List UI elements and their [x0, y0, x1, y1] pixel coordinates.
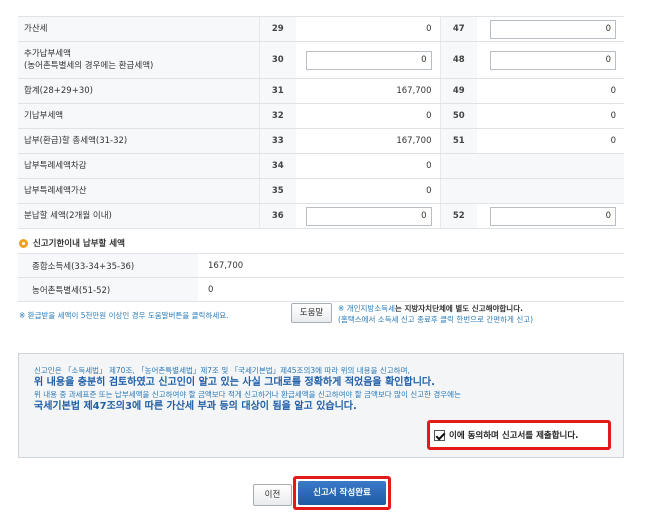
- row-label: 납부특례세액가산: [18, 178, 259, 204]
- empty-cell: [477, 153, 624, 179]
- row-label-cell: 추가납부세액 (농어촌특별세의 경우에는 환급세액): [18, 41, 259, 79]
- checkbox-checked-icon[interactable]: [434, 429, 445, 441]
- local-tax-note-bold: 는 지방자치단체에 별도 신고해야합니다.: [394, 304, 523, 313]
- table-row: 합계(28+29+30) 31 167,700 49 0: [18, 78, 624, 104]
- row-number: 32: [258, 103, 296, 129]
- table-row: 추가납부세액 (농어촌특별세의 경우에는 환급세액) 30 0 48 0: [18, 41, 624, 79]
- summary-label: 농어촌특별세(51-52): [18, 277, 198, 302]
- amount-input-30[interactable]: 0: [305, 50, 432, 70]
- summary-value: 0: [198, 277, 624, 302]
- amount-input-48[interactable]: 0: [490, 50, 616, 70]
- submit-button[interactable]: 신고서 작성완료: [298, 481, 386, 505]
- table-row: 가산세 29 0 47 0: [18, 16, 624, 42]
- row-value-cell: 0: [477, 41, 624, 79]
- row-label: 추가납부세액: [24, 49, 71, 59]
- declaration-line-2: 위 내용을 충분히 검토하였고 신고인이 알고 있는 사실 그대로를 정확하게 …: [34, 377, 435, 388]
- summary-label: 종합소득세(33-34+35-36): [18, 253, 198, 278]
- row-value: 167,700: [296, 128, 440, 154]
- agree-checkbox-group[interactable]: 이에 동의하며 신고서를 제출합니다.: [427, 420, 611, 450]
- table-row: 납부특례세액가산 35 0: [18, 178, 624, 204]
- declaration-line-1: 신고인은 「소득세법」 제70조, 「농어촌특별세법」제7조 및 「국세기본법」…: [34, 366, 410, 375]
- table-row: 농어촌특별세(51-52) 0: [18, 277, 624, 302]
- row-value-cell: 0: [296, 203, 440, 229]
- row-value: 0: [477, 128, 624, 154]
- row-number: 29: [258, 16, 296, 42]
- row-value: 0: [296, 178, 440, 204]
- row-value: 0: [296, 103, 440, 129]
- row-label: 가산세: [18, 16, 259, 42]
- row-value-cell: 0: [477, 16, 624, 42]
- row-label: 기납부세액: [18, 103, 259, 129]
- row-label: 합계(28+29+30): [18, 78, 259, 104]
- row-number: 51: [439, 128, 477, 154]
- row-number: 34: [258, 153, 296, 179]
- row-label: 납부특례세액차감: [18, 153, 259, 179]
- row-number: 48: [439, 41, 477, 79]
- row-value-cell: 0: [477, 203, 624, 229]
- declaration-line-4: 국세기본법 제47조의3에 따른 가산세 부과 등의 대상이 됨을 알고 있습니…: [34, 401, 357, 412]
- empty-cell: [439, 178, 477, 204]
- local-tax-note-line2: (홈택스에서 소득세 신고 종료후 클릭 한번으로 간편하게 신고): [338, 315, 534, 324]
- section-title: 신고기한이내 납부할 세액: [33, 239, 125, 249]
- row-number: 47: [439, 16, 477, 42]
- row-number: 36: [258, 203, 296, 229]
- section-heading: 신고기한이내 납부할 세액: [19, 237, 125, 249]
- table-row: 종합소득세(33-34+35-36) 167,700: [18, 253, 624, 278]
- amount-input-36[interactable]: 0: [305, 206, 432, 226]
- row-label: 분납할 세액(2개월 이내): [18, 203, 259, 229]
- tax-calculation-table: 가산세 29 0 47 0 추가납부세액 (농어촌특별세의 경우에는 환급세액) …: [18, 16, 624, 229]
- empty-cell: [439, 153, 477, 179]
- row-value: 0: [296, 16, 440, 42]
- row-value-cell: 0: [296, 41, 440, 79]
- bullet-icon: [19, 238, 28, 248]
- amount-input-52[interactable]: 0: [490, 206, 616, 226]
- summary-table: 종합소득세(33-34+35-36) 167,700 농어촌특별세(51-52)…: [18, 253, 624, 302]
- row-value: 0: [477, 78, 624, 104]
- declaration-line-3: 위 내용 중 과세표준 또는 납부세액을 신고하여야 할 금액보다 적게 신고하…: [34, 390, 461, 399]
- table-row: 납부(환급)할 총세액(31-32) 33 167,700 51 0: [18, 128, 624, 154]
- row-number: 50: [439, 103, 477, 129]
- row-number: 30: [258, 41, 296, 79]
- summary-value: 167,700: [198, 253, 624, 278]
- help-button[interactable]: 도움말: [291, 303, 332, 323]
- agree-label[interactable]: 이에 동의하며 신고서를 제출합니다.: [449, 429, 578, 441]
- amount-input-47[interactable]: 0: [490, 19, 616, 39]
- row-number: 31: [258, 78, 296, 104]
- prev-button[interactable]: 이전: [253, 484, 292, 506]
- table-row: 기납부세액 32 0 50 0: [18, 103, 624, 129]
- refund-help-note: ※ 환급받을 세액이 5천만원 이상인 경우 도움말버튼을 클릭하세요.: [19, 311, 229, 320]
- submit-highlight: 신고서 작성완료: [293, 476, 391, 510]
- row-value: 0: [296, 153, 440, 179]
- row-value: 167,700: [296, 78, 440, 104]
- empty-cell: [477, 178, 624, 204]
- table-row: 납부특례세액차감 34 0: [18, 153, 624, 179]
- table-row: 분납할 세액(2개월 이내) 36 0 52 0: [18, 203, 624, 229]
- row-number: 33: [258, 128, 296, 154]
- local-tax-note: ※ 개인지방소득세는 지방자치단체에 별도 신고해야합니다. (홈택스에서 소득…: [338, 303, 533, 325]
- row-number: 49: [439, 78, 477, 104]
- row-number: 35: [258, 178, 296, 204]
- row-value: 0: [477, 103, 624, 129]
- local-tax-note-prefix: ※ 개인지방소득세: [338, 304, 395, 313]
- row-number: 52: [439, 203, 477, 229]
- row-label: 납부(환급)할 총세액(31-32): [18, 128, 259, 154]
- row-label-sub: (농어촌특별세의 경우에는 환급세액): [24, 61, 154, 71]
